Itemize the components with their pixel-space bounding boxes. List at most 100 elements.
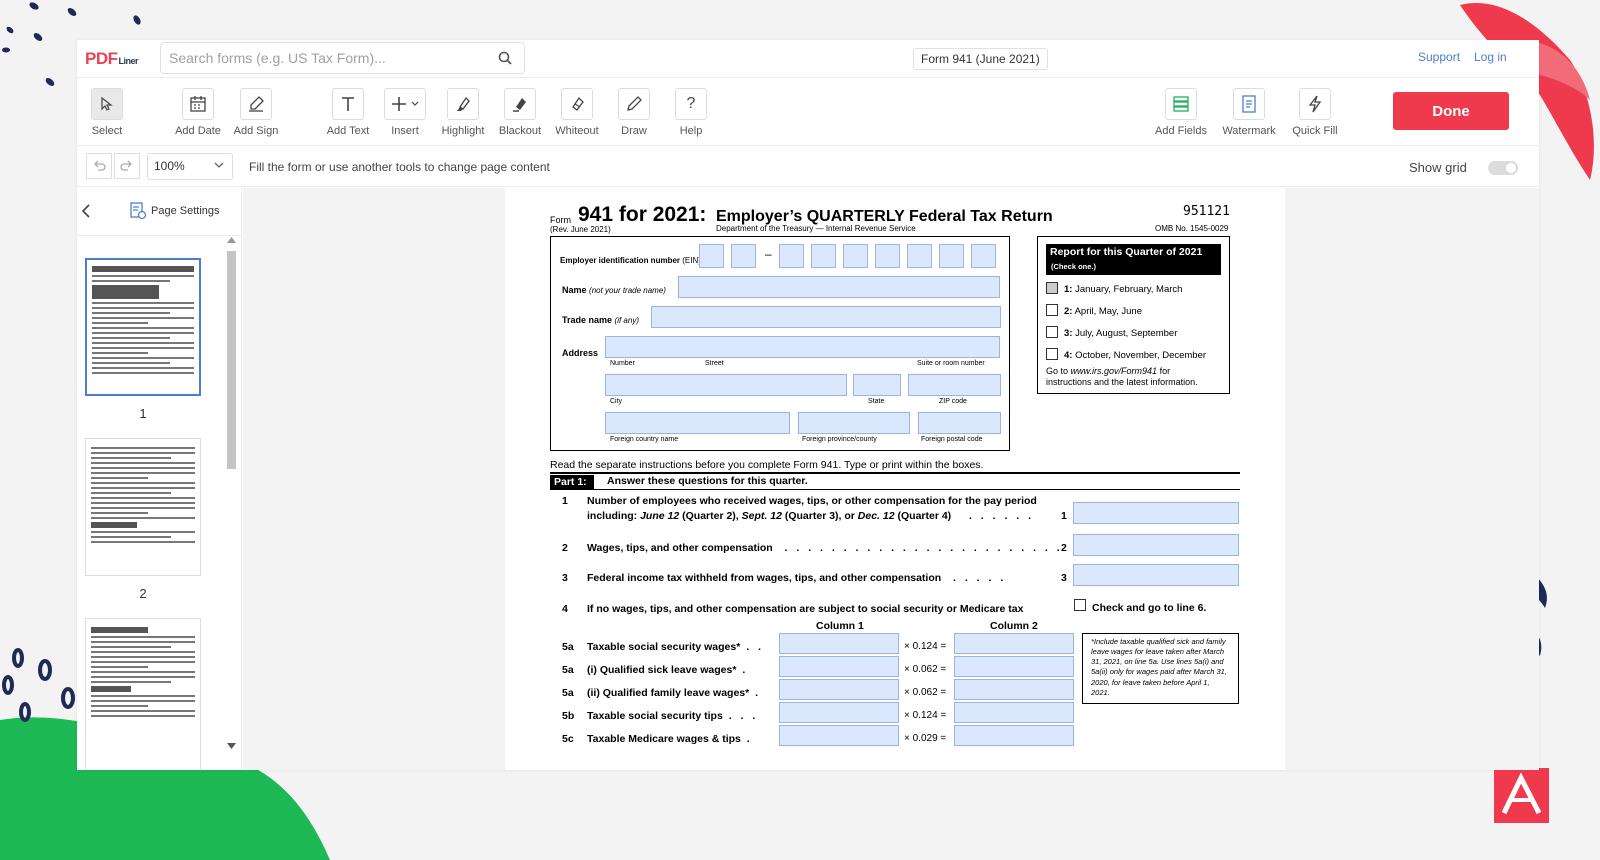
chevron-left-icon[interactable]	[80, 204, 92, 223]
row5-col1-field[interactable]	[779, 656, 899, 677]
tool-select[interactable]: Select	[77, 88, 137, 137]
tool-add-sign[interactable]: Add Sign	[226, 88, 286, 137]
page-number-2: 2	[139, 586, 147, 601]
row5-col1-field[interactable]	[779, 633, 899, 654]
address-label: Address	[562, 348, 599, 358]
form-page: Form 941 for 2021: Employer’s QUARTERLY …	[505, 188, 1285, 770]
tool-add-date[interactable]: Add Date	[168, 88, 228, 137]
login-link[interactable]: Log in	[1474, 50, 1507, 64]
search-icon[interactable]	[498, 51, 512, 70]
row5-col2-field[interactable]	[954, 725, 1074, 746]
row5-col2-field[interactable]	[954, 702, 1074, 723]
city-field[interactable]	[605, 374, 847, 396]
row5-col1-field[interactable]	[779, 725, 899, 746]
redo-button[interactable]	[114, 153, 140, 179]
divider	[550, 489, 1240, 490]
quarter-1-checkbox[interactable]	[1046, 282, 1058, 294]
ein-digit-field[interactable]	[971, 244, 996, 268]
quarter-4-label: 4: October, November, December	[1064, 350, 1207, 361]
done-button[interactable]: Done	[1393, 92, 1509, 130]
eraser-icon	[561, 88, 593, 120]
tool-highlight[interactable]: Highlight	[433, 88, 493, 137]
row5-rate: × 0.062 =	[904, 687, 947, 698]
calendar-icon	[182, 88, 214, 120]
sub-zip-label: ZIP code	[939, 398, 967, 405]
text-icon	[332, 88, 364, 120]
page-settings-button[interactable]: Page Settings	[129, 202, 220, 220]
undo-button[interactable]	[86, 153, 112, 179]
foreign-country-field[interactable]	[605, 412, 790, 434]
sidebar-header: Page Settings	[77, 188, 241, 236]
line1-text-2: including: June 12 (Quarter 2), Sept. 12…	[587, 510, 1035, 522]
ein-digit-field[interactable]	[843, 244, 868, 268]
ein-dash: –	[765, 247, 772, 261]
row5-number: 5a	[562, 687, 574, 699]
page-number-1: 1	[139, 406, 147, 421]
row5-col2-field[interactable]	[954, 679, 1074, 700]
state-field[interactable]	[853, 374, 901, 396]
ein-digit-field[interactable]	[939, 244, 964, 268]
zoom-select[interactable]: 100%	[147, 153, 233, 180]
watermark-icon	[1233, 88, 1265, 120]
line1-text: Number of employees who received wages, …	[587, 495, 1037, 507]
row5-rate: × 0.124 =	[904, 641, 947, 652]
line3-number: 3	[562, 572, 568, 584]
line1-field[interactable]	[1073, 502, 1239, 524]
tool-label: Add Fields	[1155, 125, 1207, 137]
sidebar-scrollbar[interactable]	[225, 237, 237, 758]
pen-icon	[618, 88, 650, 120]
zip-field[interactable]	[908, 374, 1001, 396]
ein-digit-field[interactable]	[699, 244, 724, 268]
row5-text: Taxable social security tips . . .	[587, 710, 759, 722]
tool-insert[interactable]: Insert	[375, 88, 435, 137]
tool-draw[interactable]: Draw	[604, 88, 664, 137]
tool-label: Add Text	[326, 125, 370, 137]
form-number: 941 for 2021:	[578, 203, 707, 226]
column2-header: Column 2	[990, 620, 1038, 632]
support-link[interactable]: Support	[1418, 50, 1460, 64]
tool-whiteout[interactable]: Whiteout	[547, 88, 607, 137]
show-grid-label: Show grid	[1409, 160, 1467, 175]
pdfliner-logo[interactable]: PDFLiner	[85, 49, 139, 69]
tool-watermark[interactable]: Watermark	[1219, 88, 1279, 137]
foreign-postal-field[interactable]	[918, 412, 1001, 434]
page-thumbnail-3[interactable]	[85, 618, 201, 770]
page-settings-label: Page Settings	[151, 205, 220, 217]
row5-col2-field[interactable]	[954, 656, 1074, 677]
tool-quick-fill[interactable]: Quick Fill	[1285, 88, 1345, 137]
tool-label: Blackout	[498, 125, 542, 137]
row5-col2-field[interactable]	[954, 633, 1074, 654]
pdf-app-icon	[1494, 768, 1549, 823]
tool-help[interactable]: ? Help	[661, 88, 721, 137]
ein-digit-field[interactable]	[811, 244, 836, 268]
line3-field[interactable]	[1073, 564, 1239, 586]
tool-add-fields[interactable]: Add Fields	[1151, 88, 1211, 137]
foreign-province-field[interactable]	[798, 412, 910, 434]
tool-label: Select	[91, 125, 123, 137]
name-field[interactable]	[678, 276, 1000, 298]
show-grid-toggle[interactable]	[1488, 161, 1518, 175]
row5-rate: × 0.062 =	[904, 664, 947, 675]
ein-digit-field[interactable]	[731, 244, 756, 268]
ein-digit-field[interactable]	[875, 244, 900, 268]
address-street-field[interactable]	[605, 336, 1000, 358]
trade-name-field[interactable]	[651, 306, 1001, 328]
search-input[interactable]	[161, 43, 481, 73]
page-thumbnail-2[interactable]	[85, 438, 201, 576]
line2-field[interactable]	[1073, 534, 1239, 556]
row5-col1-field[interactable]	[779, 702, 899, 723]
line3-box-label: 3	[1061, 572, 1067, 584]
row5-number: 5c	[562, 733, 574, 745]
line4-checkbox[interactable]	[1074, 599, 1086, 611]
editor-window: PDFLiner Form 941 (June 2021) Support Lo…	[77, 40, 1539, 770]
quarter-2-checkbox[interactable]	[1046, 304, 1058, 316]
page-thumbnail-1[interactable]	[85, 258, 201, 396]
row5-col1-field[interactable]	[779, 679, 899, 700]
tool-add-text[interactable]: Add Text	[318, 88, 378, 137]
ein-digit-field[interactable]	[779, 244, 804, 268]
quarter-3-checkbox[interactable]	[1046, 326, 1058, 338]
ein-digit-field[interactable]	[907, 244, 932, 268]
tool-blackout[interactable]: Blackout	[490, 88, 550, 137]
quarter-4-checkbox[interactable]	[1046, 348, 1058, 360]
hint-text: Fill the form or use another tools to ch…	[249, 160, 550, 174]
